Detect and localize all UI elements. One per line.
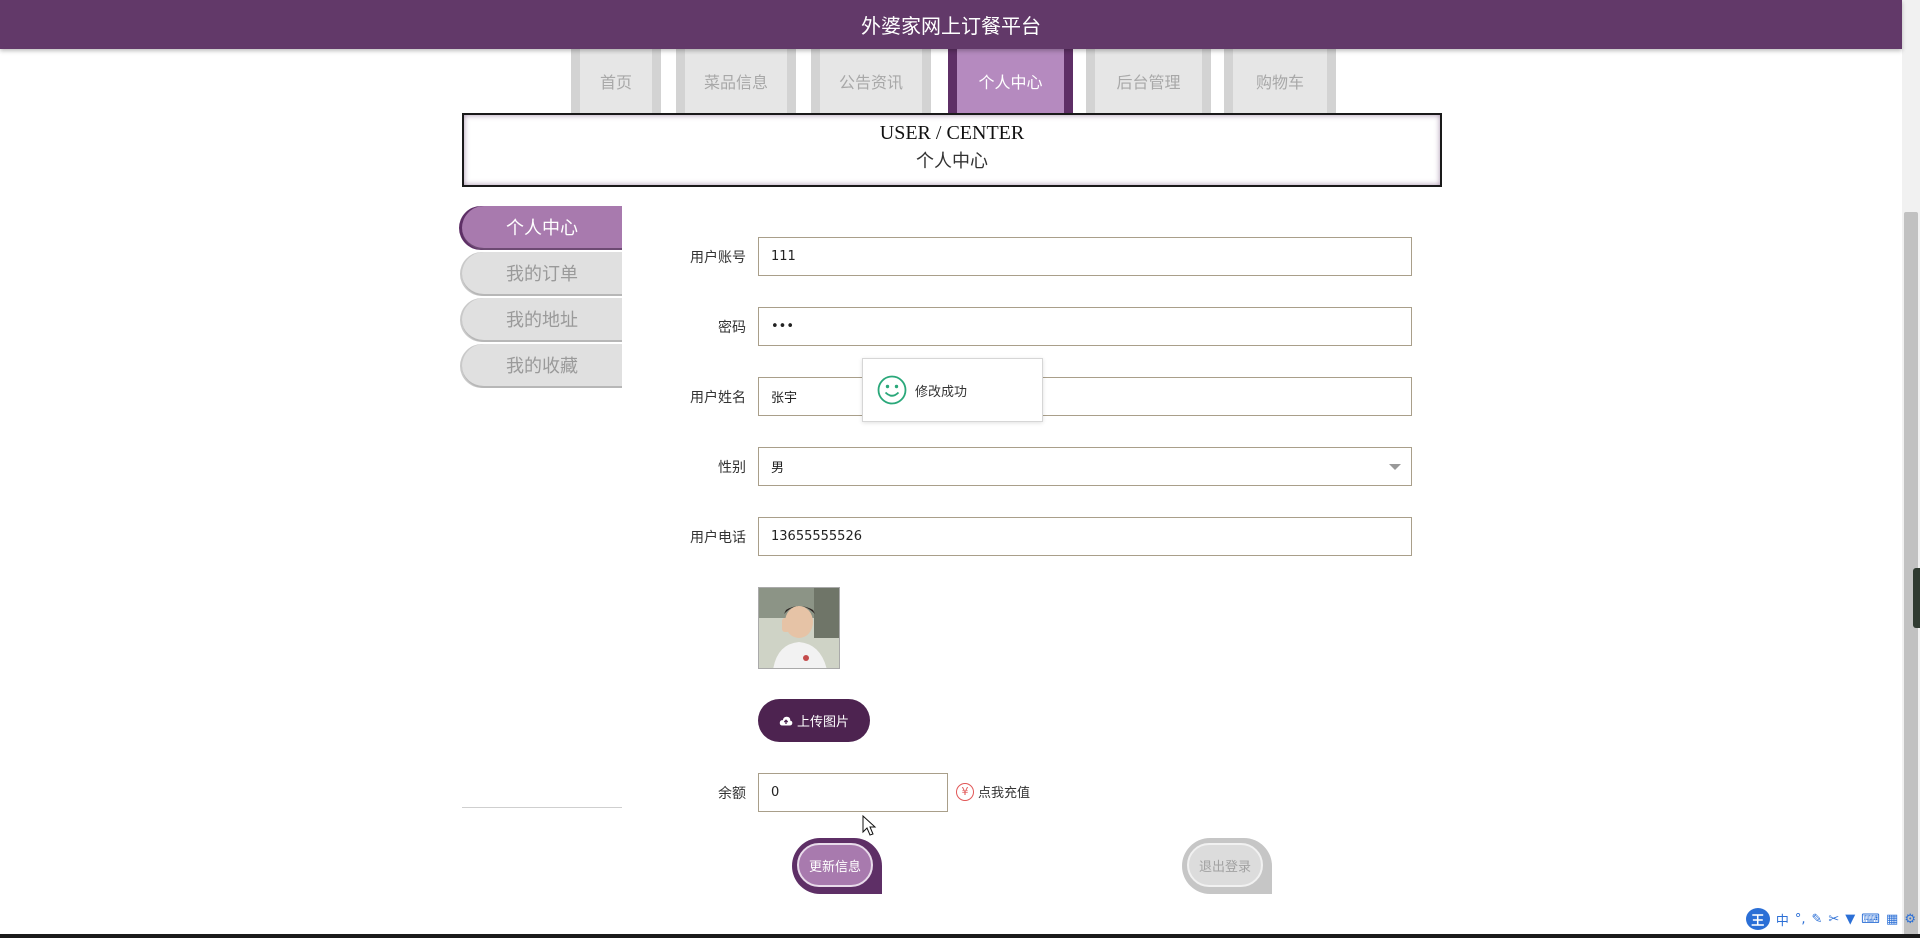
account-label: 用户账号 [690, 250, 746, 266]
name-value: 张宇 [771, 391, 798, 406]
nav-tab-label: 首页 [580, 49, 652, 113]
ime-toolbar: 王 中 °, ✎ ✂ ▼ ⌨ ▦ ⚙ [1745, 908, 1916, 930]
side-panel-handle[interactable] [1913, 568, 1920, 628]
nav-tab-label: 个人中心 [957, 49, 1064, 113]
phone-label: 用户电话 [690, 530, 746, 546]
name-label: 用户姓名 [690, 390, 746, 406]
avatar-photo-icon [759, 588, 839, 668]
upload-image-button[interactable]: 上传图片 [758, 699, 870, 742]
chevron-down-icon [1389, 464, 1401, 470]
nav-tab-label: 购物车 [1233, 49, 1327, 113]
sidebar-item-label: 我的收藏 [506, 356, 578, 377]
logout-button[interactable]: 退出登录 [1182, 838, 1272, 894]
balance-label: 余额 [718, 786, 746, 802]
gender-value: 男 [771, 461, 785, 476]
vertical-scrollbar[interactable] [1902, 0, 1920, 938]
nav-tab-dishes[interactable]: 菜品信息 [676, 49, 796, 113]
recharge-label: 点我充值 [978, 786, 1031, 801]
cloud-upload-icon [779, 716, 793, 725]
sidebar-item-label: 我的订单 [506, 264, 578, 285]
password-label: 密码 [718, 320, 746, 336]
ime-logo-icon[interactable]: 王 [1745, 908, 1770, 930]
smile-icon [877, 375, 907, 405]
gear-icon[interactable]: ⚙ [1904, 912, 1916, 927]
shirt-icon[interactable]: ▼ [1845, 912, 1855, 927]
nav-tab-cart[interactable]: 购物车 [1224, 49, 1336, 113]
update-button-label: 更新信息 [797, 843, 873, 887]
recharge-link[interactable]: ¥ 点我充值 [956, 782, 1030, 801]
nav-tab-user-center[interactable]: 个人中心 [948, 49, 1073, 113]
top-header-bar: 外婆家网上订餐平台 [0, 0, 1902, 49]
phone-input[interactable]: 13655555526 [758, 517, 1412, 556]
phone-value: 13655555526 [771, 529, 862, 544]
ime-mode-chinese[interactable]: 中 [1776, 910, 1789, 929]
success-toast: 修改成功 [862, 358, 1043, 422]
account-value: 111 [771, 249, 796, 264]
sidebar-item-label: 我的地址 [506, 310, 578, 331]
nav-tab-label: 菜品信息 [685, 49, 787, 113]
banner-title-en: USER / CENTER [879, 122, 1025, 144]
pen-icon[interactable]: ✎ [1811, 912, 1822, 927]
sidebar-item-address[interactable]: 我的地址 [462, 298, 622, 342]
sidebar-item-user-center[interactable]: 个人中心 [462, 206, 622, 250]
sidebar: 个人中心 我的订单 我的地址 我的收藏 [462, 206, 622, 390]
sidebar-item-label: 个人中心 [506, 218, 578, 239]
avatar-image [758, 587, 840, 669]
gender-select[interactable]: 男 [758, 447, 1412, 486]
yen-icon: ¥ [956, 782, 974, 801]
logout-button-label: 退出登录 [1187, 843, 1263, 887]
grid-icon[interactable]: ▦ [1886, 912, 1898, 927]
keyboard-icon[interactable]: ⌨ [1861, 912, 1880, 927]
gender-label: 性别 [718, 460, 746, 476]
banner-title-cn: 个人中心 [916, 151, 988, 171]
name-input[interactable]: 张宇 [758, 377, 1412, 416]
sidebar-item-orders[interactable]: 我的订单 [462, 252, 622, 296]
sidebar-divider [462, 807, 622, 808]
toast-message: 修改成功 [915, 384, 968, 400]
nav-tab-news[interactable]: 公告资讯 [811, 49, 931, 113]
mouse-cursor-icon [862, 815, 877, 836]
password-input[interactable]: ••• [758, 307, 1412, 346]
nav-tab-label: 公告资讯 [820, 49, 922, 113]
balance-input[interactable]: 0 [758, 773, 948, 812]
password-value: ••• [771, 319, 795, 334]
nav-tab-home[interactable]: 首页 [571, 49, 661, 113]
page-banner: USER / CENTER 个人中心 [462, 113, 1442, 187]
taskbar-edge [0, 934, 1920, 938]
update-info-button[interactable]: 更新信息 [792, 838, 882, 894]
balance-value: 0 [771, 785, 780, 800]
site-title: 外婆家网上订餐平台 [861, 14, 1041, 38]
upload-button-label: 上传图片 [796, 715, 849, 730]
account-input[interactable]: 111 [758, 237, 1412, 276]
scissors-icon[interactable]: ✂ [1828, 912, 1839, 927]
nav-tab-admin[interactable]: 后台管理 [1086, 49, 1211, 113]
nav-tab-label: 后台管理 [1095, 49, 1202, 113]
sidebar-item-favorites[interactable]: 我的收藏 [462, 344, 622, 388]
punctuation-icon[interactable]: °, [1795, 912, 1806, 927]
